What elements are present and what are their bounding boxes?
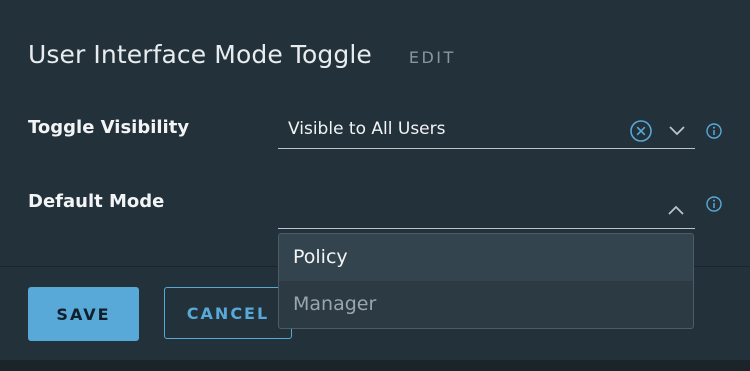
window-bottom-edge [0,360,750,371]
dialog-panel: User Interface Mode Toggle EDIT Toggle V… [0,0,750,361]
dropdown-option-manager[interactable]: Manager [279,281,693,328]
edit-button[interactable]: EDIT [409,48,456,67]
chevron-up-icon[interactable] [667,203,685,217]
toggle-visibility-value: Visible to All Users [288,119,446,139]
save-button[interactable]: SAVE [28,287,139,341]
toggle-visibility-select[interactable]: Visible to All Users [278,116,695,149]
info-icon[interactable] [706,123,722,139]
cancel-button[interactable]: CANCEL [164,287,292,339]
dialog-title: User Interface Mode Toggle [28,40,372,69]
chevron-down-icon[interactable] [668,123,686,137]
default-mode-label: Default Mode [28,191,165,212]
default-mode-dropdown: Policy Manager [278,233,694,329]
dialog-header: User Interface Mode Toggle EDIT [28,40,456,69]
toggle-visibility-label: Toggle Visibility [28,117,190,138]
clear-circle-icon[interactable] [630,120,652,142]
info-icon[interactable] [706,196,722,212]
dropdown-option-policy[interactable]: Policy [279,234,693,281]
default-mode-select[interactable] [278,196,695,229]
